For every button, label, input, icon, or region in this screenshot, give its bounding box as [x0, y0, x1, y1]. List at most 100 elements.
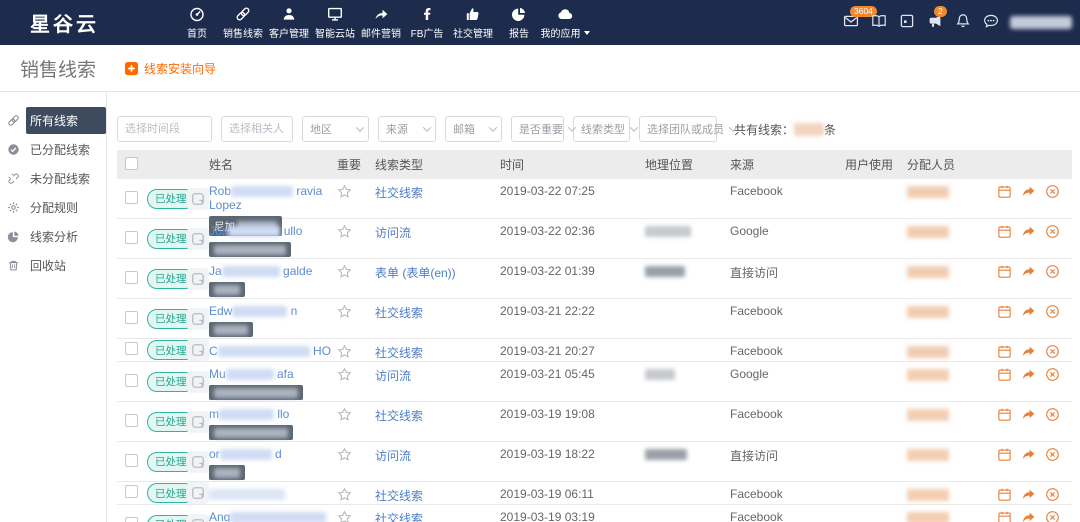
lead-type-link[interactable]: 访问流	[375, 369, 411, 383]
forward-icon[interactable]	[1021, 367, 1036, 382]
nav-item-我的应用[interactable]: 我的应用	[542, 5, 588, 40]
navbar-megaphone-icon[interactable]: 2	[921, 0, 949, 45]
row-checkbox[interactable]	[125, 342, 138, 355]
navbar-mail-icon[interactable]: 3604	[837, 0, 865, 45]
calendar-icon[interactable]	[997, 264, 1012, 279]
x-circle-icon[interactable]	[1045, 304, 1060, 319]
sidebar-item-分配规则[interactable]: 分配规则	[0, 193, 106, 222]
lead-type-link[interactable]: 表单 (表单(en))	[375, 266, 456, 280]
x-circle-icon[interactable]	[1045, 407, 1060, 422]
lead-type-link[interactable]: 访问流	[375, 226, 411, 240]
star-icon[interactable]	[337, 447, 352, 462]
star-icon[interactable]	[337, 184, 352, 199]
x-circle-icon[interactable]	[1045, 487, 1060, 502]
nav-item-销售线索[interactable]: 销售线索	[220, 5, 266, 40]
x-circle-icon[interactable]	[1045, 510, 1060, 522]
filter-select-邮箱[interactable]: 邮箱	[445, 116, 502, 142]
x-circle-icon[interactable]	[1045, 264, 1060, 279]
lead-name-link[interactable]: or d	[209, 447, 282, 461]
calendar-icon[interactable]	[997, 184, 1012, 199]
lead-name-link[interactable]: Mu afa	[209, 367, 294, 381]
filter-select-来源[interactable]: 来源	[378, 116, 436, 142]
row-checkbox[interactable]	[125, 485, 138, 498]
forward-icon[interactable]	[1021, 344, 1036, 359]
star-icon[interactable]	[337, 224, 352, 239]
star-icon[interactable]	[337, 344, 352, 359]
x-circle-icon[interactable]	[1045, 447, 1060, 462]
forward-icon[interactable]	[1021, 304, 1036, 319]
calendar-icon[interactable]	[997, 447, 1012, 462]
star-icon[interactable]	[337, 264, 352, 279]
row-checkbox[interactable]	[125, 311, 138, 324]
lead-name-link[interactable]: Ja galde	[209, 264, 312, 278]
lead-type-link[interactable]: 社交线索	[375, 306, 423, 320]
filter-select-地区[interactable]: 地区	[302, 116, 369, 142]
star-icon[interactable]	[337, 367, 352, 382]
filter-input-related-person[interactable]	[221, 116, 293, 142]
star-icon[interactable]	[337, 407, 352, 422]
sidebar-item-线索分析[interactable]: 线索分析	[0, 222, 106, 251]
forward-icon[interactable]	[1021, 407, 1036, 422]
forward-icon[interactable]	[1021, 224, 1036, 239]
lead-name-link[interactable]: Ang nzo	[209, 510, 326, 522]
lead-name-link[interactable]: C HO	[209, 344, 331, 358]
star-icon[interactable]	[337, 304, 352, 319]
forward-icon[interactable]	[1021, 184, 1036, 199]
filter-input-date-range[interactable]	[117, 116, 212, 142]
user-account[interactable]	[1010, 16, 1072, 29]
row-checkbox[interactable]	[125, 271, 138, 284]
calendar-icon[interactable]	[997, 224, 1012, 239]
star-icon[interactable]	[337, 510, 352, 522]
sidebar-item-所有线索[interactable]: 所有线索	[0, 106, 106, 135]
nav-item-首页[interactable]: 首页	[174, 5, 220, 40]
select-all-checkbox[interactable]	[125, 157, 138, 170]
lead-name-link[interactable]: m llo	[209, 407, 289, 421]
x-circle-icon[interactable]	[1045, 184, 1060, 199]
row-checkbox[interactable]	[125, 517, 138, 522]
lead-name-link[interactable]: Edw n	[209, 304, 297, 318]
navbar-book-icon[interactable]	[865, 0, 893, 45]
filter-select-是否重要[interactable]: 是否重要	[511, 116, 564, 142]
nav-item-FB广告[interactable]: FB广告	[404, 5, 450, 40]
nav-item-客户管理[interactable]: 客户管理	[266, 5, 312, 40]
lead-type-link[interactable]: 社交线索	[375, 489, 423, 503]
filter-select-线索类型[interactable]: 线索类型	[573, 116, 630, 142]
sidebar-item-未分配线索[interactable]: 未分配线索	[0, 164, 106, 193]
forward-icon[interactable]	[1021, 510, 1036, 522]
lead-type-link[interactable]: 社交线索	[375, 346, 423, 360]
navbar-chat-icon[interactable]	[977, 0, 1005, 45]
x-circle-icon[interactable]	[1045, 224, 1060, 239]
x-circle-icon[interactable]	[1045, 344, 1060, 359]
lead-type-link[interactable]: 访问流	[375, 449, 411, 463]
lead-type-link[interactable]: 社交线索	[375, 409, 423, 423]
calendar-icon[interactable]	[997, 407, 1012, 422]
calendar-icon[interactable]	[997, 304, 1012, 319]
sidebar-item-回收站[interactable]: 回收站	[0, 251, 106, 280]
sidebar-item-已分配线索[interactable]: 已分配线索	[0, 135, 106, 164]
nav-item-报告[interactable]: 报告	[496, 5, 542, 40]
navbar-card-icon[interactable]	[893, 0, 921, 45]
row-checkbox[interactable]	[125, 191, 138, 204]
forward-icon[interactable]	[1021, 264, 1036, 279]
row-checkbox[interactable]	[125, 374, 138, 387]
row-checkbox[interactable]	[125, 231, 138, 244]
forward-icon[interactable]	[1021, 447, 1036, 462]
calendar-icon[interactable]	[997, 487, 1012, 502]
calendar-icon[interactable]	[997, 344, 1012, 359]
brand-logo[interactable]: 星谷云	[30, 8, 160, 37]
row-checkbox[interactable]	[125, 414, 138, 427]
x-circle-icon[interactable]	[1045, 367, 1060, 382]
lead-wizard-link[interactable]: 线索安装向导	[124, 60, 216, 77]
row-checkbox[interactable]	[125, 454, 138, 467]
lead-name-link[interactable]	[209, 487, 285, 501]
lead-name-link[interactable]: Jua ullo	[209, 224, 302, 238]
calendar-icon[interactable]	[997, 367, 1012, 382]
calendar-icon[interactable]	[997, 510, 1012, 522]
navbar-bell-icon[interactable]	[949, 0, 977, 45]
forward-icon[interactable]	[1021, 487, 1036, 502]
lead-type-link[interactable]: 社交线索	[375, 186, 423, 200]
filter-select-选择团队或成员[interactable]: 选择团队或成员	[639, 116, 717, 142]
lead-name-link[interactable]: Rob ravia Lopez	[209, 184, 322, 212]
star-icon[interactable]	[337, 487, 352, 502]
lead-type-link[interactable]: 社交线索	[375, 512, 423, 522]
